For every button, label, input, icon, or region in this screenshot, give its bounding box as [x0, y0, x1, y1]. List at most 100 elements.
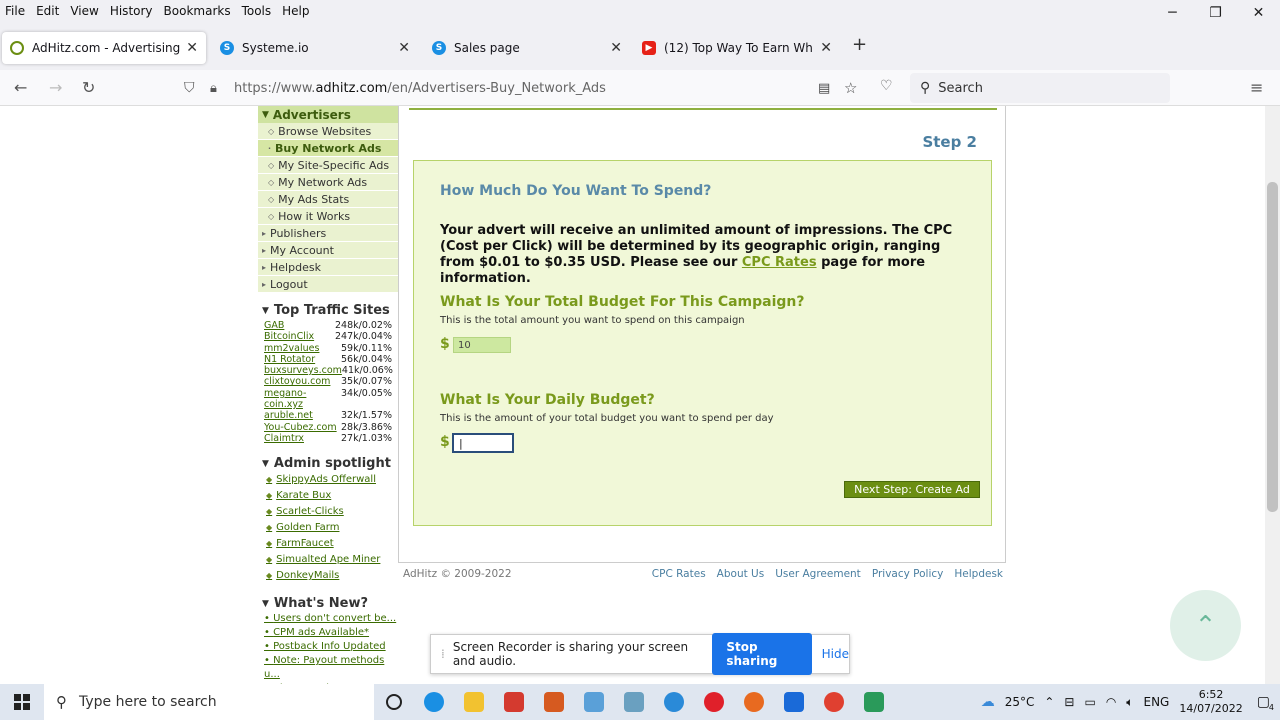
footer-link-privacy-policy[interactable]: Privacy Policy — [872, 568, 944, 580]
drag-handle-icon[interactable]: ⁞ — [441, 647, 445, 661]
stop-sharing-button[interactable]: Stop sharing — [712, 633, 812, 675]
traffic-site-link[interactable]: mm2values — [264, 343, 319, 354]
language-indicator[interactable]: ENG — [1144, 695, 1170, 709]
traffic-site-link[interactable]: You-Cubez.com — [264, 422, 337, 433]
menu-bookmarks[interactable]: Bookmarks — [159, 4, 236, 18]
spotlight-link[interactable]: ◆ Simualted Ape Miner — [258, 552, 398, 568]
traffic-site-link[interactable]: clixtoyou.com — [264, 376, 330, 387]
tab-youtube[interactable]: ▶ (12) Top Way To Earn While You ✕ — [634, 32, 840, 64]
weather-icon[interactable]: ☁ — [981, 694, 995, 710]
pocket-icon[interactable]: ♡ — [880, 78, 893, 94]
sidebar-item-browse-websites[interactable]: ◇ Browse Websites — [258, 123, 398, 140]
sidebar-item-how-it-works[interactable]: ◇ How it Works — [258, 208, 398, 225]
hamburger-menu-icon[interactable]: ≡ — [1250, 78, 1263, 97]
traffic-site-link[interactable]: megano- — [264, 388, 306, 399]
task-view-icon[interactable] — [374, 684, 414, 720]
cpc-rates-link[interactable]: CPC Rates — [742, 255, 817, 270]
url-text[interactable]: https://www.adhitz.com/en/Advertisers-Bu… — [234, 81, 606, 96]
sidebar-item-my-network-ads[interactable]: ◇ My Network Ads — [258, 174, 398, 191]
forward-arrow-icon[interactable]: → — [49, 78, 62, 97]
notifications-icon[interactable]: ▢ 4 — [1257, 694, 1274, 712]
menu-help[interactable]: Help — [277, 4, 314, 18]
scroll-to-top-button[interactable]: ⌃ — [1170, 590, 1241, 661]
chevron-up-icon[interactable]: ⌃ — [1044, 695, 1054, 709]
next-step-button[interactable]: Next Step: Create Ad — [844, 481, 980, 498]
menu-view[interactable]: View — [65, 4, 103, 18]
close-tab-icon[interactable]: ✕ — [186, 40, 198, 56]
footer-link-cpc-rates[interactable]: CPC Rates — [652, 568, 706, 580]
bookmark-star-icon[interactable]: ☆ — [844, 79, 857, 97]
search-box[interactable]: ⚲ Search — [910, 73, 1170, 103]
spotlight-link[interactable]: ◆ Karate Bux — [258, 488, 398, 504]
reader-view-icon[interactable]: ▤ — [818, 81, 830, 96]
opera-icon[interactable] — [694, 684, 734, 720]
footer-link-user-agreement[interactable]: User Agreement — [775, 568, 861, 580]
sidebar-item-my-ads-stats[interactable]: ◇ My Ads Stats — [258, 191, 398, 208]
tab-sales-page[interactable]: S Sales page ✕ — [424, 32, 630, 64]
clock[interactable]: 6:52 14/07/2022 — [1179, 688, 1242, 716]
traffic-site-link[interactable]: GAB — [264, 320, 284, 331]
spotlight-link[interactable]: ◆ Golden Farm — [258, 520, 398, 536]
app-paint-icon[interactable] — [614, 684, 654, 720]
battery-icon[interactable]: ▭ — [1084, 695, 1095, 709]
reload-icon[interactable]: ↻ — [82, 78, 95, 97]
file-explorer-icon[interactable] — [454, 684, 494, 720]
news-link[interactable]: • Postback Info Updated — [258, 640, 398, 654]
new-tab-icon[interactable]: + — [852, 34, 867, 55]
advertisers-section-header[interactable]: ▼ Advertisers — [258, 106, 398, 123]
footer-link-helpdesk[interactable]: Helpdesk — [954, 568, 1003, 580]
menu-history[interactable]: History — [105, 4, 158, 18]
vertical-scrollbar[interactable] — [1265, 106, 1280, 684]
traffic-site-link[interactable]: coin.xyz — [264, 399, 303, 410]
edge-icon[interactable] — [414, 684, 454, 720]
hide-button[interactable]: Hide — [822, 647, 849, 661]
shield-icon[interactable]: ⛉ — [184, 80, 195, 96]
lock-icon[interactable]: 🔒︎ — [210, 81, 217, 96]
app-red-icon[interactable] — [494, 684, 534, 720]
spotlight-link[interactable]: ◆ FarmFaucet — [258, 536, 398, 552]
close-tab-icon[interactable]: ✕ — [610, 40, 622, 56]
news-link[interactable]: • Users don't convert be... — [258, 612, 398, 626]
start-button[interactable] — [0, 684, 44, 720]
recorder-icon[interactable] — [774, 684, 814, 720]
app-blue-icon[interactable] — [574, 684, 614, 720]
close-tab-icon[interactable]: ✕ — [820, 40, 832, 56]
url-bar[interactable]: ⛉ 🔒︎ https://www.adhitz.com/en/Advertise… — [176, 73, 908, 103]
app-orange-icon[interactable] — [534, 684, 574, 720]
menu-file[interactable]: File — [0, 4, 30, 18]
temperature[interactable]: 25°C — [1005, 695, 1035, 709]
news-link[interactable]: • Note: Payout methods u... — [258, 654, 398, 682]
sidebar-item-helpdesk[interactable]: ▸ Helpdesk — [258, 259, 398, 276]
footer-link-about-us[interactable]: About Us — [717, 568, 765, 580]
app-green-icon[interactable] — [854, 684, 894, 720]
taskbar-search[interactable]: ⚲ Type here to search — [44, 684, 374, 720]
scrollbar-thumb[interactable] — [1267, 182, 1278, 512]
tab-systeme[interactable]: S Systeme.io ✕ — [212, 32, 418, 64]
traffic-site-link[interactable]: N1 Rotator — [264, 354, 315, 365]
sidebar-item-publishers[interactable]: ▸ Publishers — [258, 225, 398, 242]
menu-edit[interactable]: Edit — [31, 4, 64, 18]
menu-tools[interactable]: Tools — [237, 4, 277, 18]
daily-budget-input[interactable]: | — [452, 433, 514, 453]
total-budget-input[interactable]: 10 — [453, 337, 511, 353]
sidebar-item-my-site-specific-ads[interactable]: ◇ My Site-Specific Ads — [258, 157, 398, 174]
back-arrow-icon[interactable]: ← — [14, 78, 27, 97]
sidebar-item-my-account[interactable]: ▸ My Account — [258, 242, 398, 259]
wifi-icon[interactable]: ◠ — [1106, 695, 1116, 709]
spotlight-link[interactable]: ◆ SkippyAds Offerwall — [258, 472, 398, 488]
volume-icon[interactable]: 🔈︎ — [1126, 695, 1133, 710]
traffic-site-link[interactable]: BitcoinClix — [264, 331, 314, 342]
ie-icon[interactable] — [654, 684, 694, 720]
traffic-site-link[interactable]: Claimtrx — [264, 433, 304, 444]
chrome-icon[interactable] — [814, 684, 854, 720]
traffic-site-link[interactable]: aruble.net — [264, 410, 313, 421]
tab-adhitz[interactable]: AdHitz.com - Advertising for all ✕ — [2, 32, 206, 64]
news-link[interactable]: • CPM ads Available* — [258, 626, 398, 640]
spotlight-link[interactable]: ◆ Scarlet-Clicks — [258, 504, 398, 520]
network-drive-icon[interactable]: ⊟ — [1064, 695, 1074, 709]
firefox-icon[interactable] — [734, 684, 774, 720]
spotlight-link[interactable]: ◆ DonkeyMails — [258, 568, 398, 584]
sidebar-item-logout[interactable]: ▸ Logout — [258, 276, 398, 293]
traffic-site-link[interactable]: buxsurveys.com — [264, 365, 342, 376]
close-tab-icon[interactable]: ✕ — [398, 40, 410, 56]
